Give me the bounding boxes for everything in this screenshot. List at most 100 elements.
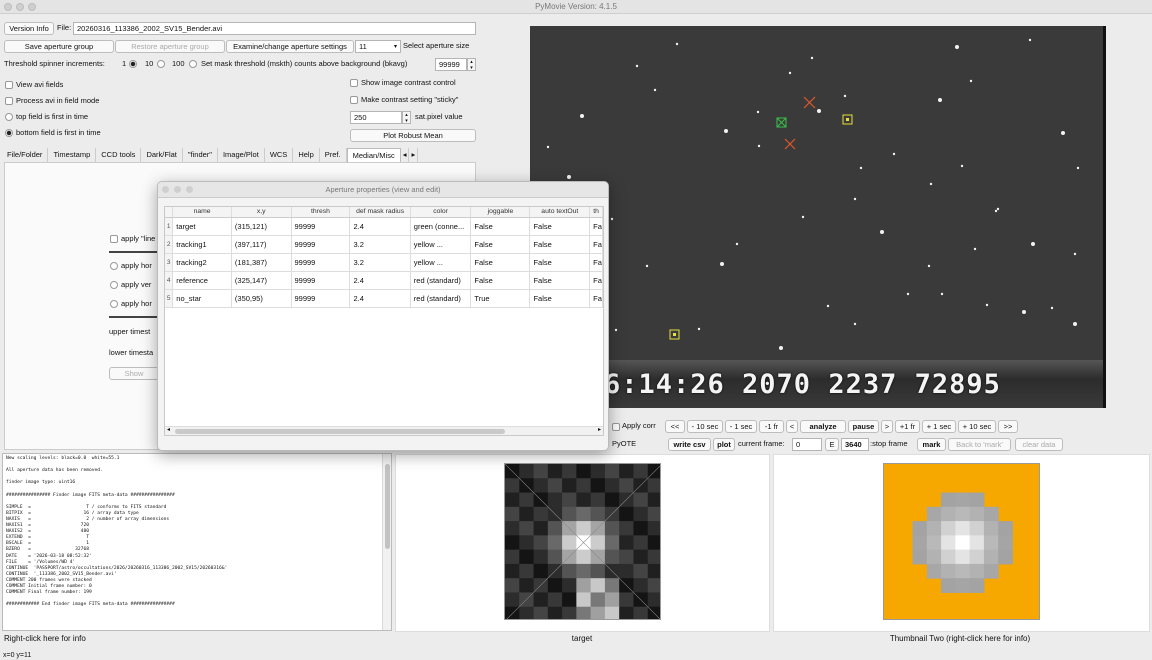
next-button[interactable]: >: [881, 420, 893, 433]
col-header-th[interactable]: th: [589, 207, 603, 218]
scroll-left-icon[interactable]: ◂: [167, 426, 170, 433]
back-1-sec-button[interactable]: - 1 sec: [725, 420, 757, 433]
thumbnail-one-image[interactable]: [504, 463, 661, 620]
cell-xy[interactable]: (181,387): [231, 253, 292, 272]
col-header-mask-radius[interactable]: def mask radius: [349, 207, 411, 218]
back-to-mark-button[interactable]: Back to 'mark': [948, 438, 1011, 451]
thumbnail-pixel: [633, 464, 649, 479]
cell-joggable[interactable]: False: [470, 271, 531, 290]
thumbnail-two-image[interactable]: [883, 463, 1040, 620]
table-row[interactable]: 4 reference (325,147) 99999 2.4 red (standard…: [165, 271, 603, 290]
fwd-10-sec-button[interactable]: + 10 sec: [958, 420, 996, 433]
apply-corr-checkbox[interactable]: [612, 422, 620, 431]
pause-button[interactable]: pause: [848, 420, 879, 433]
plot-button[interactable]: plot: [713, 438, 735, 451]
thumbnail-pixel: [941, 492, 956, 508]
stop-frame-field[interactable]: 3640: [841, 438, 869, 451]
cell-color[interactable]: yellow ...: [410, 253, 472, 272]
col-header-thresh[interactable]: thresh: [291, 207, 351, 218]
cell-xy[interactable]: (397,117): [231, 235, 292, 254]
cell-thresh[interactable]: 99999: [291, 235, 351, 254]
write-csv-button[interactable]: write csv: [668, 438, 711, 451]
rewind-far-button[interactable]: <<: [665, 420, 685, 433]
current-frame-field[interactable]: 0: [792, 438, 822, 451]
cell-xy[interactable]: (315,121): [231, 217, 292, 236]
table-row[interactable]: 2 tracking1 (397,117) 99999 3.2 yellow ... Fal…: [165, 235, 603, 254]
cell-color[interactable]: red (standard): [410, 289, 472, 308]
col-header-xy[interactable]: x,y: [231, 207, 292, 218]
prev-button[interactable]: <: [786, 420, 798, 433]
aperture-tracking2-icon[interactable]: [669, 329, 680, 340]
cell-color[interactable]: yellow ...: [410, 235, 472, 254]
back-10-sec-button[interactable]: - 10 sec: [687, 420, 723, 433]
cell-joggable[interactable]: False: [470, 217, 531, 236]
cell-mask-radius[interactable]: 2.4: [349, 217, 411, 236]
thumbnail-pixel: [998, 521, 1013, 536]
table-h-scrollbar[interactable]: ◂ ▸: [165, 426, 603, 435]
forward-far-button[interactable]: >>: [998, 420, 1018, 433]
dialog-title-bar[interactable]: Aperture properties (view and edit): [158, 182, 608, 198]
right-click-info-label[interactable]: Right-click here for info: [4, 633, 86, 645]
thumbnail-one-pixels: [505, 464, 660, 619]
thumbnail-two-caption[interactable]: Thumbnail Two (right-click here for info…: [860, 633, 1060, 645]
e-button[interactable]: E: [825, 438, 839, 451]
dialog-close-icon[interactable]: [162, 186, 169, 193]
thumbnail-pixel: [590, 592, 606, 608]
cell-joggable[interactable]: False: [470, 253, 531, 272]
cell-auto-textout[interactable]: False: [529, 235, 591, 254]
pyote-label[interactable]: PyOTE: [612, 438, 636, 450]
aperture-table[interactable]: name x,y thresh def mask radius color jo…: [164, 206, 604, 436]
table-row[interactable]: 1 target (315,121) 99999 2.4 green (conne... F…: [165, 217, 603, 236]
aperture-no-star-icon[interactable]: [803, 96, 816, 109]
clear-data-button[interactable]: clear data: [1015, 438, 1063, 451]
table-row[interactable]: 5 no_star (350,95) 99999 2.4 red (standard) Tr…: [165, 289, 603, 308]
cell-color[interactable]: red (standard): [410, 271, 472, 290]
cell-xy[interactable]: (350,95): [231, 289, 292, 308]
mark-button[interactable]: mark: [917, 438, 946, 451]
cell-auto-textout[interactable]: False: [529, 253, 591, 272]
aperture-properties-dialog[interactable]: Aperture properties (view and edit) name…: [157, 181, 609, 451]
cell-name[interactable]: no_star: [172, 289, 232, 308]
col-header-color[interactable]: color: [410, 207, 472, 218]
cell-thresh[interactable]: 99999: [291, 253, 351, 272]
cell-thresh[interactable]: 99999: [291, 271, 351, 290]
cell-th[interactable]: Fa: [589, 253, 603, 272]
cell-xy[interactable]: (325,147): [231, 271, 292, 290]
cell-th[interactable]: Fa: [589, 217, 603, 236]
col-header-auto-textout[interactable]: auto textOut: [529, 207, 591, 218]
cell-auto-textout[interactable]: False: [529, 217, 591, 236]
table-row[interactable]: 3 tracking2 (181,387) 99999 3.2 yellow ... Fal…: [165, 253, 603, 272]
analyze-button[interactable]: analyze: [800, 420, 846, 433]
cell-color[interactable]: green (conne...: [410, 217, 472, 236]
cell-auto-textout[interactable]: False: [529, 289, 591, 308]
cell-name[interactable]: target: [172, 217, 232, 236]
aperture-target-icon[interactable]: [776, 117, 787, 128]
cell-mask-radius[interactable]: 3.2: [349, 253, 411, 272]
aperture-reference-icon[interactable]: [784, 138, 796, 150]
col-header-joggable[interactable]: joggable: [470, 207, 531, 218]
dialog-minimize-icon[interactable]: [174, 186, 181, 193]
col-header-name[interactable]: name: [172, 207, 232, 218]
cell-mask-radius[interactable]: 3.2: [349, 235, 411, 254]
fwd-1-frame-button[interactable]: +1 fr: [895, 420, 920, 433]
dialog-zoom-icon[interactable]: [186, 186, 193, 193]
cell-name[interactable]: reference: [172, 271, 232, 290]
cell-joggable[interactable]: True: [470, 289, 531, 308]
scroll-right-icon[interactable]: ▸: [598, 426, 601, 433]
cell-name[interactable]: tracking2: [172, 253, 232, 272]
cell-mask-radius[interactable]: 2.4: [349, 271, 411, 290]
cell-mask-radius[interactable]: 2.4: [349, 289, 411, 308]
fwd-1-sec-button[interactable]: + 1 sec: [922, 420, 956, 433]
cell-th[interactable]: Fa: [589, 289, 603, 308]
table-h-scrollbar-thumb[interactable]: [175, 429, 505, 434]
cell-th[interactable]: Fa: [589, 235, 603, 254]
back-1-frame-button[interactable]: -1 fr: [759, 420, 784, 433]
cell-thresh[interactable]: 99999: [291, 217, 351, 236]
aperture-tracking1-icon[interactable]: [842, 114, 853, 125]
cell-name[interactable]: tracking1: [172, 235, 232, 254]
thumbnail-pixel: [562, 535, 577, 551]
cell-auto-textout[interactable]: False: [529, 271, 591, 290]
cell-joggable[interactable]: False: [470, 235, 531, 254]
cell-thresh[interactable]: 99999: [291, 289, 351, 308]
cell-th[interactable]: Fa: [589, 271, 603, 290]
